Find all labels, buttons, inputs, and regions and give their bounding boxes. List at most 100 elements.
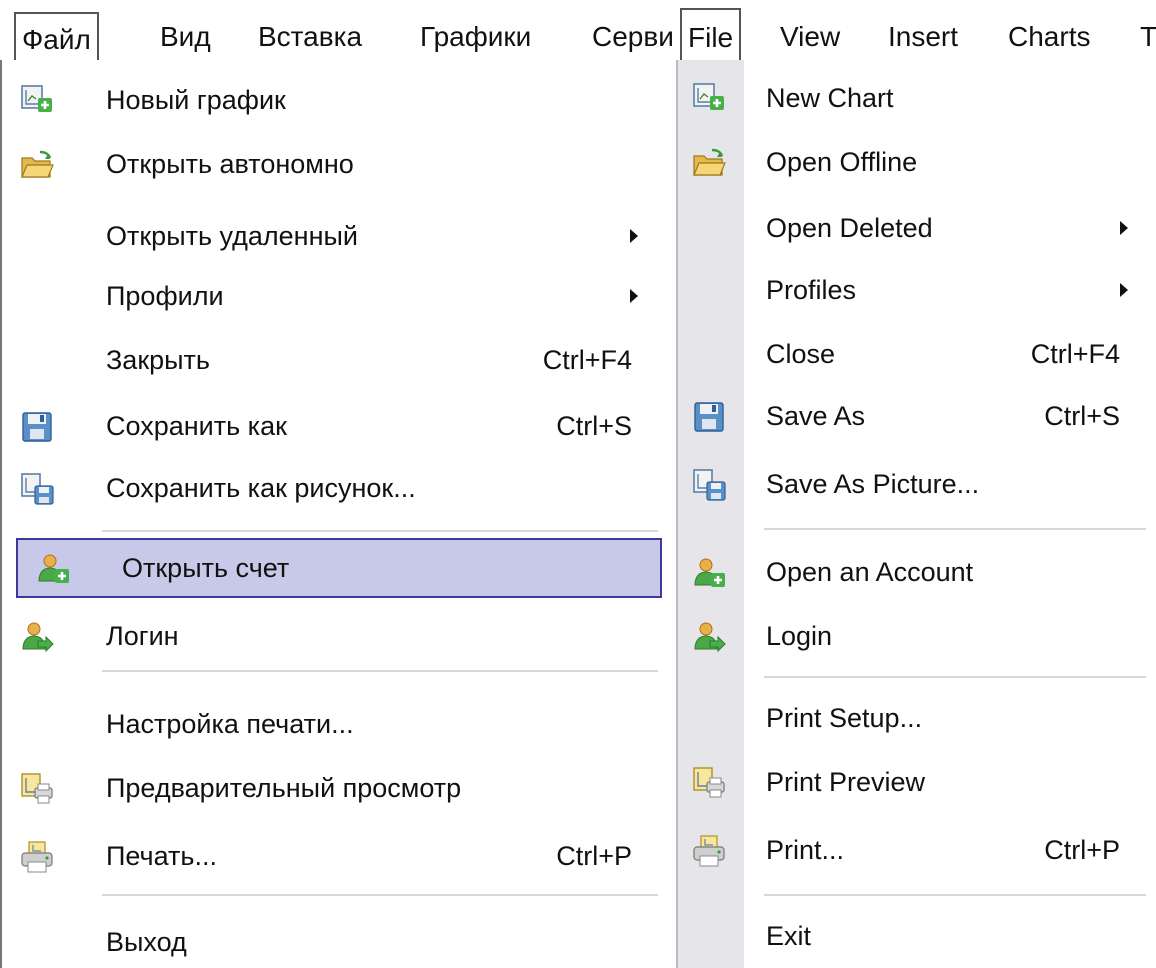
menu-item-label: Close [766, 339, 836, 369]
menu-item-label: Save As [766, 401, 866, 431]
menu-item[interactable]: Логин [2, 606, 676, 666]
open-folder-icon [20, 148, 54, 182]
menu-item-shortcut: Ctrl+S [1044, 401, 1120, 431]
menu-item[interactable]: Exit [678, 906, 1156, 966]
menu-item-label: Print Preview [766, 767, 926, 797]
menu-separator [764, 528, 1146, 530]
menu-item-label: Login [766, 621, 833, 651]
user-add-icon [692, 556, 726, 590]
menu-item[interactable]: Print Setup... [678, 688, 1156, 748]
menu-item-label: Save As Picture... [766, 469, 980, 499]
menu-item-label: Печать... [106, 841, 217, 871]
menu-item-label: Новый график [106, 85, 286, 115]
print-preview-icon [20, 772, 54, 806]
menu-item[interactable]: New Chart [678, 68, 1156, 128]
submenu-arrow-icon [630, 229, 638, 243]
menu-file[interactable]: Файл [14, 12, 99, 62]
menu-item-shortcut: Ctrl+S [556, 411, 632, 441]
menu-item[interactable]: Настройка печати... [2, 694, 676, 754]
menu-item-label: Закрыть [106, 345, 210, 375]
submenu-arrow-icon [630, 289, 638, 303]
menu-charts[interactable]: Charts [1008, 0, 1090, 62]
menu-item-label: Открыть счет [122, 553, 290, 583]
menu-item-label: Open Offline [766, 147, 918, 177]
file-dropdown-menu: Новый график Открыть автономно Открыть уда… [0, 60, 676, 968]
menu-view[interactable]: Вид [160, 0, 211, 62]
menu-item-shortcut: Ctrl+P [1044, 835, 1120, 865]
menu-view[interactable]: View [780, 0, 840, 62]
menu-item-label: Выход [106, 927, 187, 957]
menu-separator [102, 894, 658, 896]
menu-item-label: Сохранить как рисунок... [106, 473, 416, 503]
menu-item[interactable]: Предварительный просмотр [2, 758, 676, 818]
menu-item-label: Открыть автономно [106, 149, 354, 179]
menu-insert[interactable]: Вставка [258, 0, 362, 62]
russian-menu-panel: Файл Вид Вставка Графики Серви Новый гра… [0, 0, 676, 968]
menu-separator [764, 894, 1146, 896]
floppy-disk-icon [20, 410, 54, 444]
menu-item[interactable]: Выход [2, 912, 676, 968]
menu-bar: File View Insert Charts T [676, 0, 1156, 62]
menu-item-label: New Chart [766, 83, 894, 113]
menu-tools[interactable]: T [1140, 0, 1156, 62]
menu-charts[interactable]: Графики [420, 0, 531, 62]
menu-item[interactable]: Профили [2, 266, 676, 326]
menu-item[interactable]: Print Preview [678, 752, 1156, 812]
menu-item[interactable]: Открыть автономно [2, 134, 676, 194]
user-add-icon [36, 552, 70, 586]
new-chart-icon [20, 84, 54, 118]
menu-item-label: Open Deleted [766, 213, 933, 243]
menu-item-label: Профили [106, 281, 224, 311]
new-chart-icon [692, 82, 726, 116]
menu-item-label: Логин [106, 621, 179, 651]
menu-item-label: Print Setup... [766, 703, 923, 733]
menu-item-shortcut: Ctrl+F4 [542, 345, 632, 375]
printer-icon [20, 840, 54, 874]
menu-item[interactable]: Save As Ctrl+S [678, 386, 1156, 446]
menu-item-label: Profiles [766, 275, 857, 305]
menu-separator [102, 530, 658, 532]
menu-item[interactable]: Открыть счет [16, 538, 662, 598]
menu-insert[interactable]: Insert [888, 0, 958, 62]
menu-item[interactable]: Open Deleted [678, 198, 1156, 258]
menu-item[interactable]: Open Offline [678, 132, 1156, 192]
menu-item[interactable]: Печать... Ctrl+P [2, 826, 676, 886]
print-preview-icon [692, 766, 726, 800]
user-login-icon [692, 620, 726, 654]
file-dropdown-menu: New Chart Open Offline Open Deleted Profile… [676, 60, 1156, 968]
printer-icon [692, 834, 726, 868]
menu-item-shortcut: Ctrl+F4 [1030, 339, 1120, 369]
menu-item[interactable]: Open an Account [678, 542, 1156, 602]
submenu-arrow-icon [1120, 283, 1128, 297]
menu-file[interactable]: File [680, 8, 742, 62]
menu-item-label: Предварительный просмотр [106, 773, 462, 803]
menu-item[interactable]: Открыть удаленный [2, 206, 676, 266]
menu-item-shortcut: Ctrl+P [556, 841, 632, 871]
menu-item-label: Открыть удаленный [106, 221, 358, 251]
menu-item-label: Print... [766, 835, 845, 865]
open-folder-icon [692, 146, 726, 180]
menu-item[interactable]: Сохранить как рисунок... [2, 458, 676, 518]
save-picture-icon [20, 472, 54, 506]
menu-item-label: Настройка печати... [106, 709, 354, 739]
menu-bar: Файл Вид Вставка Графики Серви [0, 0, 676, 62]
menu-item-label: Сохранить как [106, 411, 287, 441]
user-login-icon [20, 620, 54, 654]
english-menu-panel: File View Insert Charts T New Chart Open … [676, 0, 1156, 968]
menu-service[interactable]: Серви [592, 0, 674, 62]
menu-item[interactable]: Закрыть Ctrl+F4 [2, 330, 676, 390]
menu-item[interactable]: Print... Ctrl+P [678, 820, 1156, 880]
menu-item[interactable]: Login [678, 606, 1156, 666]
submenu-arrow-icon [1120, 221, 1128, 235]
menu-item[interactable]: Сохранить как Ctrl+S [2, 396, 676, 456]
menu-item[interactable]: Profiles [678, 260, 1156, 320]
menu-item[interactable]: Новый график [2, 70, 676, 130]
menu-separator [102, 670, 658, 672]
menu-separator [764, 676, 1146, 678]
menu-item-label: Exit [766, 921, 812, 951]
menu-item[interactable]: Save As Picture... [678, 454, 1156, 514]
menu-item[interactable]: Close Ctrl+F4 [678, 324, 1156, 384]
menu-item-label: Open an Account [766, 557, 974, 587]
floppy-disk-icon [692, 400, 726, 434]
save-picture-icon [692, 468, 726, 502]
